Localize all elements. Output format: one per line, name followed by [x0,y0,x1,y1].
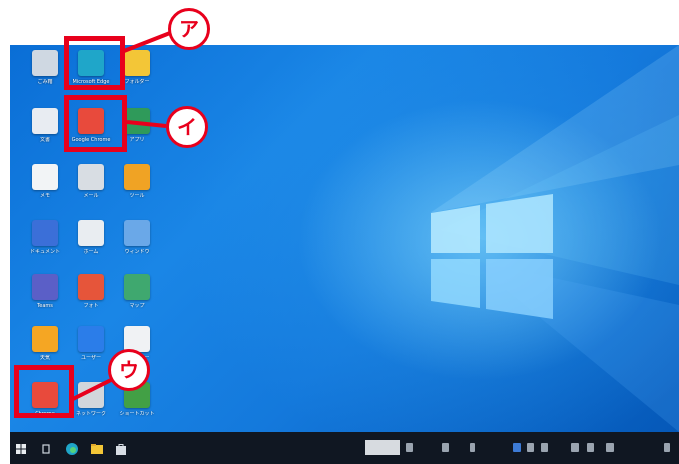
folder-icon [32,220,58,246]
desktop-icon-mail[interactable]: メール [67,161,115,213]
teams-icon [32,274,58,300]
folder-icon [124,50,150,76]
desktop-icon-label: 文書 [39,137,50,143]
highlight-box-u [14,365,74,418]
ime-indicator[interactable] [606,443,614,452]
desktop-icon-recycle[interactable]: ごみ箱 [21,47,69,99]
volume-icon[interactable] [587,443,594,452]
desktop-icon-doc1[interactable]: 文書 [21,105,69,157]
desktop-icon-map[interactable]: マップ [113,271,161,323]
start-button[interactable] [14,441,28,455]
desktop-icon-label: ウィンドウ [124,249,150,255]
network-icon[interactable] [571,443,579,452]
desktop-icon-label: ネットワーク [75,411,106,417]
desktop-icon-photo[interactable]: フォト [67,271,115,323]
tray-icon-5[interactable] [527,443,534,452]
edge-browser-icon [66,443,78,455]
app-icon [124,108,150,134]
users-icon [78,326,104,352]
desktop-icon-network[interactable]: ネットワーク [67,379,115,431]
network-icon [78,382,104,408]
desktop-icon-label: メール [83,193,99,199]
highlight-box-a [64,36,125,90]
weather-icon [32,326,58,352]
taskbar [10,432,679,464]
desktop-icon-label: ドキュメント [29,249,60,255]
desktop-icon-label: ユーザー [81,355,101,361]
desktop-icon-folder2[interactable]: ドキュメント [21,217,69,269]
task-view-icon [42,444,50,454]
recycle-bin-icon [32,50,58,76]
windows-logo [431,194,553,319]
desktop-icon-label: ホーム [83,249,99,255]
desktop-icon-doc2[interactable]: メモ [21,161,69,213]
store-icon [116,444,126,455]
document-icon [32,108,58,134]
mail-icon [78,164,104,190]
desktop-icon-label: ツール [129,193,145,199]
desktop-icon-label: ショートカット [119,411,155,417]
callout-i: イ [166,106,208,148]
callout-a: ア [168,8,210,50]
map-icon [124,274,150,300]
tray-icon-6[interactable] [541,443,548,452]
highlight-box-i [64,95,127,152]
taskbar-explorer[interactable] [90,441,104,455]
photos-icon [78,274,104,300]
callout-u: ウ [108,349,150,391]
window-icon [124,220,150,246]
desktop-icon-house[interactable]: ホーム [67,217,115,269]
desktop-icon-tool[interactable]: ツール [113,161,161,213]
task-view-button[interactable] [40,441,52,455]
taskbar-store[interactable] [114,441,128,455]
taskbar-search-chip[interactable] [365,440,400,455]
desktop-icon-label: メモ [39,193,50,199]
notepad-icon [32,164,58,190]
tray-icon-3[interactable] [470,443,475,452]
taskbar-edge[interactable] [65,441,79,455]
desktop-icon-label: Teams [37,303,53,309]
desktop-icon-label: マップ [129,303,145,309]
desktop-icon-label: ごみ箱 [37,79,53,85]
tray-icon-2[interactable] [442,443,449,452]
desktop-icon-label: 天気 [39,355,50,361]
desktop-icon-label: フォト [83,303,99,309]
house-icon [78,220,104,246]
tray-icon-4[interactable] [513,443,521,452]
tool-icon [124,164,150,190]
file-explorer-icon [91,444,103,454]
windows-start-icon [16,444,26,454]
desktop-icon-teams[interactable]: Teams [21,271,69,323]
notification-icon[interactable] [664,443,670,452]
tray-icon-1[interactable] [406,443,413,452]
desktop-icon-window[interactable]: ウィンドウ [113,217,161,269]
